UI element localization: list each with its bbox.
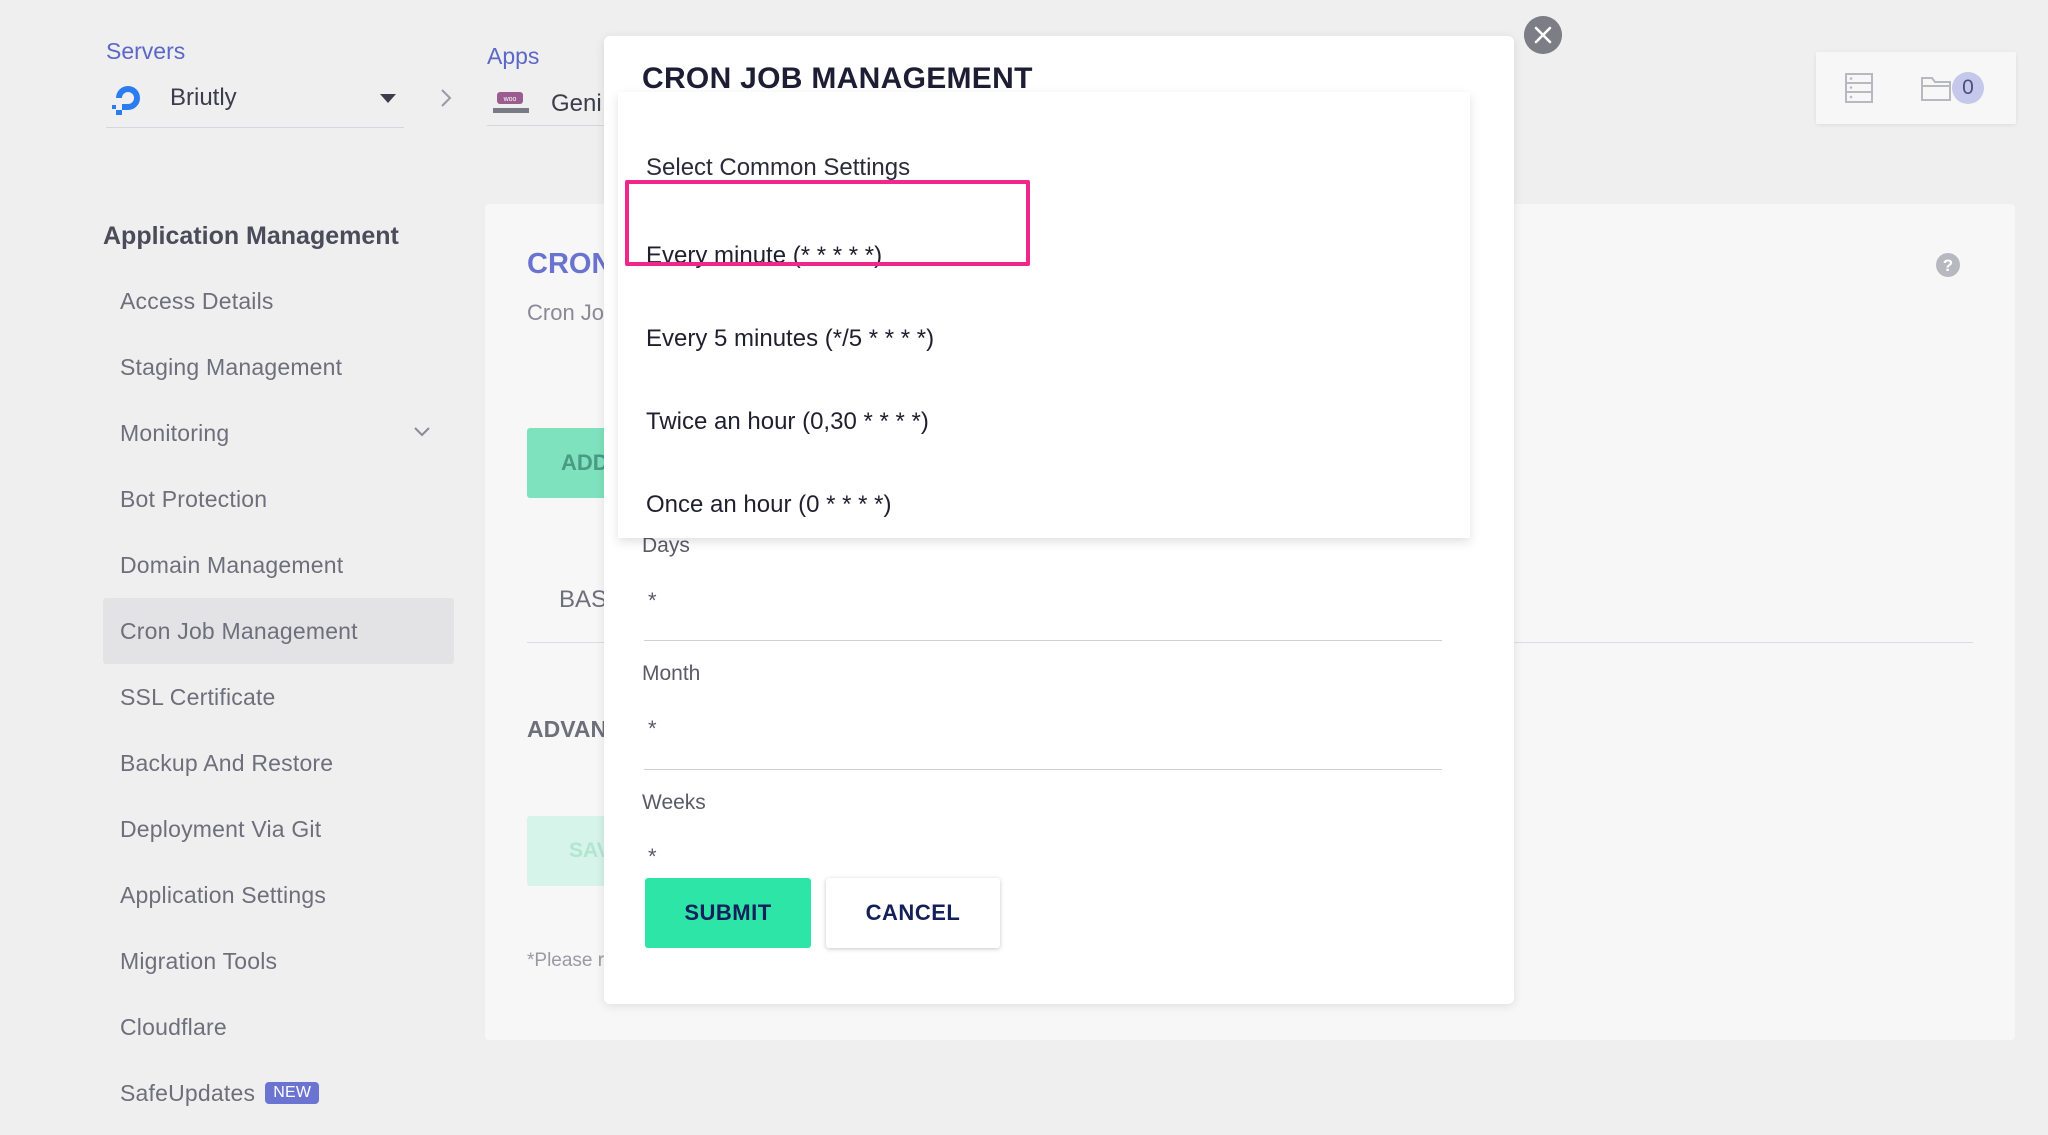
- digitalocean-logo-icon: [112, 86, 140, 115]
- tab-basic[interactable]: BAS: [559, 586, 607, 614]
- server-select[interactable]: Briutly: [106, 76, 404, 128]
- sidebar-item-label: Deployment Via Git: [120, 816, 322, 842]
- close-icon[interactable]: [1524, 16, 1562, 54]
- sidebar-item-monitoring[interactable]: Monitoring: [103, 400, 454, 466]
- dropdown-option-twice-an-hour[interactable]: Twice an hour (0,30 * * * *): [646, 380, 929, 463]
- server-name: Briutly: [170, 84, 237, 111]
- folder-icon[interactable]: [1920, 74, 1952, 102]
- sidebar-item-safeupdates[interactable]: SafeUpdates NEW: [103, 1060, 454, 1126]
- sidebar-item-label: Cron Job Management: [120, 618, 358, 644]
- caret-down-icon: [380, 94, 396, 103]
- chevron-right-icon: [441, 89, 452, 107]
- dropdown-option-once-an-hour[interactable]: Once an hour (0 * * * *): [646, 463, 891, 546]
- sidebar-item-label: Migration Tools: [120, 948, 278, 974]
- folder-count-badge: 0: [1952, 72, 1984, 104]
- common-settings-dropdown: Select Common Settings Every minute (* *…: [618, 92, 1470, 538]
- sidebar-item-label: SSL Certificate: [120, 684, 276, 710]
- month-underline: [644, 769, 1442, 770]
- top-toolbar-widget: 0: [1816, 52, 2016, 124]
- svg-text:woo: woo: [503, 96, 517, 103]
- sidebar-item-label: Staging Management: [120, 354, 343, 380]
- weeks-label: Weeks: [642, 791, 706, 814]
- sidebar-item-application-settings[interactable]: Application Settings: [103, 862, 454, 928]
- sidebar-item-domain-management[interactable]: Domain Management: [103, 532, 454, 598]
- woocommerce-logo-icon: woo: [493, 92, 529, 113]
- sidebar-item-backup-and-restore[interactable]: Backup And Restore: [103, 730, 454, 796]
- svg-text:?: ?: [1943, 256, 1953, 275]
- sidebar-item-label: Backup And Restore: [120, 750, 334, 776]
- dropdown-option-every-5-minutes[interactable]: Every 5 minutes (*/5 * * * *): [646, 297, 934, 380]
- sidebar-item-access-details[interactable]: Access Details: [103, 268, 454, 334]
- sidebar-item-migration-tools[interactable]: Migration Tools: [103, 928, 454, 994]
- cancel-button[interactable]: CANCEL: [826, 878, 1000, 948]
- cron-job-modal: CRON JOB MANAGEMENT Days * Month * Weeks…: [604, 36, 1514, 1004]
- servers-label: Servers: [106, 38, 186, 64]
- sidebar-item-bot-protection[interactable]: Bot Protection: [103, 466, 454, 532]
- advanced-label: ADVAN: [527, 716, 608, 742]
- note-text: *Please r: [527, 950, 605, 971]
- chevron-down-icon[interactable]: [412, 424, 432, 440]
- sidebar-item-cloudflare[interactable]: Cloudflare: [103, 994, 454, 1060]
- days-input[interactable]: *: [648, 588, 657, 614]
- sidebar-nav: Access Details Staging Management Monito…: [103, 268, 454, 1126]
- server-list-icon[interactable]: [1844, 72, 1874, 104]
- sidebar-item-label: Domain Management: [120, 552, 344, 578]
- weeks-input[interactable]: *: [648, 844, 657, 870]
- page-subtitle: Cron Jo: [527, 300, 605, 325]
- sidebar-item-label: Monitoring: [120, 420, 230, 446]
- dropdown-header: Select Common Settings: [646, 154, 911, 181]
- page-title: CRON: [527, 248, 613, 280]
- sidebar-item-label: Cloudflare: [120, 1014, 227, 1040]
- sidebar-item-label: Application Settings: [120, 882, 327, 908]
- sidebar-item-staging-management[interactable]: Staging Management: [103, 334, 454, 400]
- month-input[interactable]: *: [648, 716, 657, 742]
- help-icon[interactable]: ?: [1935, 252, 1961, 278]
- dropdown-option-every-minute[interactable]: Every minute (* * * * *): [646, 214, 882, 297]
- app-select[interactable]: woo Geni: [487, 86, 607, 126]
- apps-label: Apps: [487, 43, 540, 69]
- sidebar-item-label: SafeUpdates: [120, 1080, 256, 1106]
- app-name: Geni: [551, 90, 602, 117]
- month-label: Month: [642, 662, 701, 685]
- submit-button[interactable]: SUBMIT: [645, 878, 811, 948]
- sidebar-item-deployment-via-git[interactable]: Deployment Via Git: [103, 796, 454, 862]
- sidebar-item-label: Bot Protection: [120, 486, 268, 512]
- days-underline: [644, 640, 1442, 641]
- sidebar-item-cron-job-management[interactable]: Cron Job Management: [103, 598, 454, 664]
- modal-title: CRON JOB MANAGEMENT: [642, 62, 1033, 95]
- sidebar-item-label: Access Details: [120, 288, 274, 314]
- new-badge: NEW: [265, 1081, 320, 1104]
- sidebar-heading: Application Management: [103, 222, 399, 250]
- sidebar-item-ssl-certificate[interactable]: SSL Certificate: [103, 664, 454, 730]
